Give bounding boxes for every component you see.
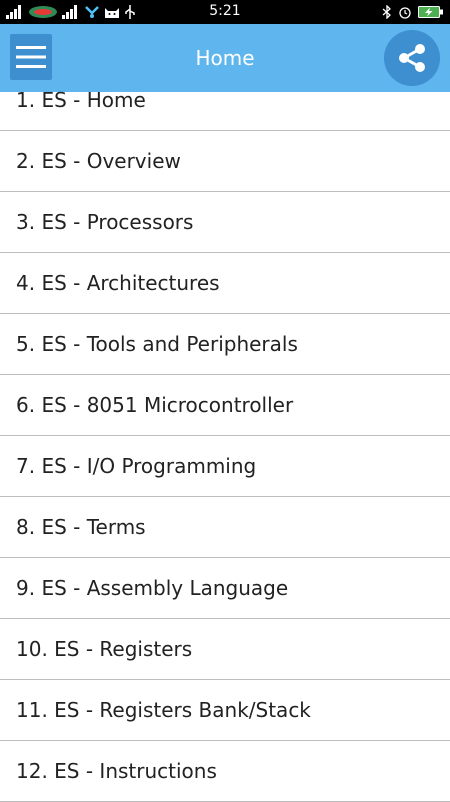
share-icon [399, 44, 425, 72]
list-item-label: 3. ES - Processors [16, 210, 194, 234]
list-item-label: 10. ES - Registers [16, 637, 193, 661]
bluetooth-icon [382, 5, 391, 19]
list-item-label: 12. ES - Instructions [16, 759, 217, 783]
list-item[interactable]: 10. ES - Registers [0, 619, 450, 680]
list-item-label: 9. ES - Assembly Language [16, 576, 289, 600]
list-item-label: 2. ES - Overview [16, 149, 181, 173]
share-button[interactable] [384, 30, 440, 86]
list-item-label: 11. ES - Registers Bank/Stack [16, 698, 311, 722]
list-item[interactable]: 12. ES - Instructions [0, 741, 450, 802]
list-item-label: 7. ES - I/O Programming [16, 454, 257, 478]
list-item-label: 5. ES - Tools and Peripherals [16, 332, 298, 356]
list-item-label: 6. ES - 8051 Microcontroller [16, 393, 294, 417]
list-item[interactable]: 3. ES - Processors [0, 192, 450, 253]
list-item[interactable]: 1. ES - Home [0, 88, 450, 131]
list-item[interactable]: 4. ES - Architectures [0, 253, 450, 314]
list-item-label: 4. ES - Architectures [16, 271, 220, 295]
list-item[interactable]: 6. ES - 8051 Microcontroller [0, 375, 450, 436]
list-item-label: 1. ES - Home [16, 88, 146, 112]
list-item[interactable]: 5. ES - Tools and Peripherals [0, 314, 450, 375]
status-bar: 5:21 [0, 0, 450, 24]
list-item-label: 8. ES - Terms [16, 515, 146, 539]
page-title: Home [195, 46, 255, 70]
status-right-icons [382, 3, 444, 21]
topic-list: 1. ES - Home 2. ES - Overview 3. ES - Pr… [0, 88, 450, 802]
list-item[interactable]: 7. ES - I/O Programming [0, 436, 450, 497]
app-bar: Home [0, 24, 450, 92]
list-item[interactable]: 8. ES - Terms [0, 497, 450, 558]
list-item[interactable]: 2. ES - Overview [0, 131, 450, 192]
list-item[interactable]: 11. ES - Registers Bank/Stack [0, 680, 450, 741]
battery-charging-icon [418, 6, 443, 18]
list-item[interactable]: 9. ES - Assembly Language [0, 558, 450, 619]
alarm-icon [399, 7, 411, 19]
